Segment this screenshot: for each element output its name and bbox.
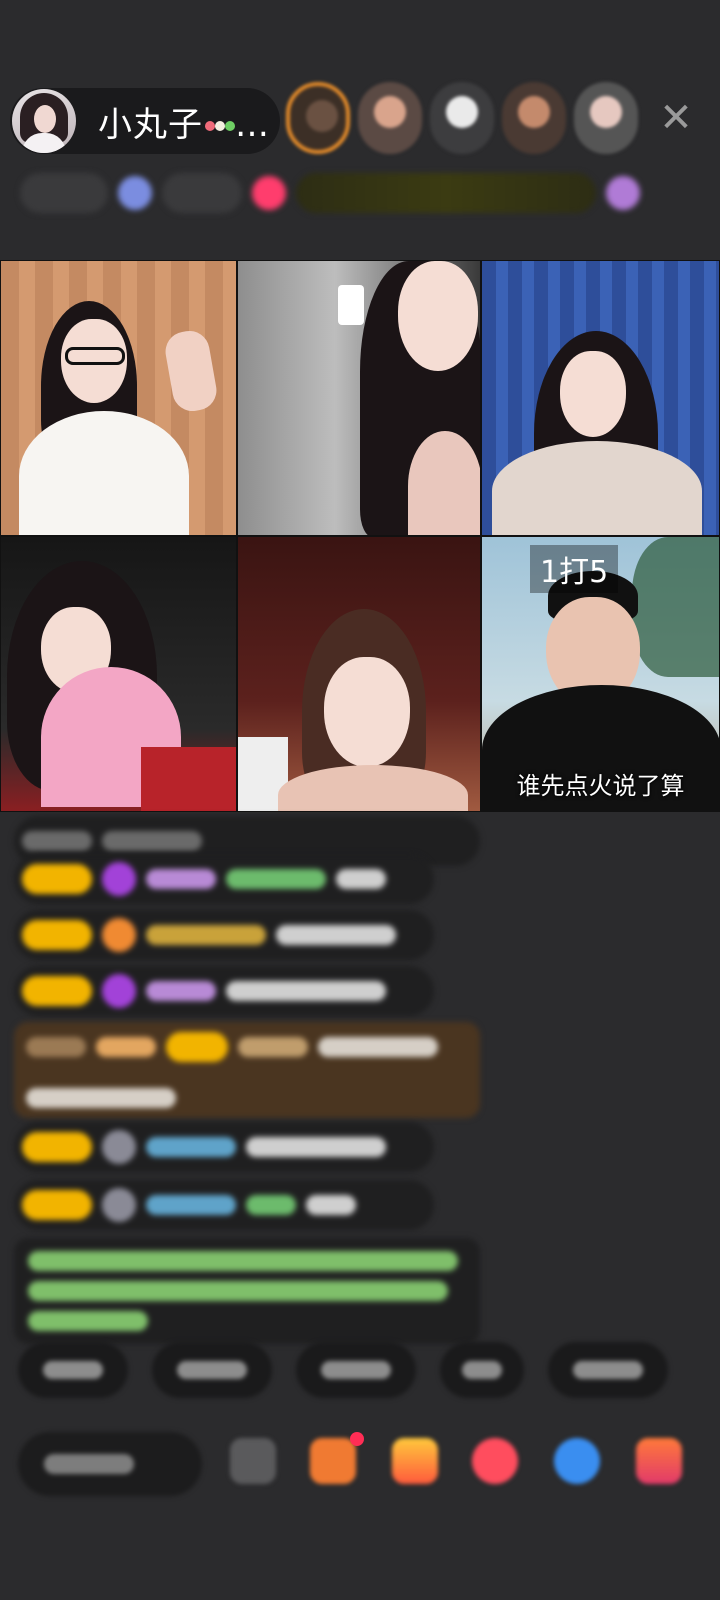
video-tile[interactable]: [237, 536, 481, 812]
more-icon: [606, 176, 640, 210]
gift-box-icon[interactable]: [392, 1438, 438, 1484]
level-badge: [22, 920, 92, 950]
video-tile[interactable]: 1打5 谁先点火说了算: [481, 536, 720, 812]
notice-chip[interactable]: [296, 173, 596, 213]
fans-icon: [118, 176, 152, 210]
system-notice: [14, 1238, 480, 1344]
viewer-avatar[interactable]: [574, 82, 638, 154]
quick-reply-button[interactable]: [548, 1342, 668, 1398]
comment-input[interactable]: [18, 1432, 202, 1496]
chat-message[interactable]: [14, 1122, 434, 1172]
avatar: [102, 1188, 136, 1222]
viewer-avatar[interactable]: [358, 82, 422, 154]
host-info-pill[interactable]: 小丸子 …: [10, 88, 280, 154]
bottom-toolbar: [18, 1424, 720, 1504]
video-tile[interactable]: [0, 536, 237, 812]
level-badge: [22, 1132, 92, 1162]
hot-chip[interactable]: [162, 173, 242, 213]
chat-message[interactable]: [14, 910, 434, 960]
close-icon[interactable]: ✕: [656, 98, 696, 138]
chat-message[interactable]: [14, 1180, 434, 1230]
info-bar: [20, 168, 690, 218]
quick-reply-button[interactable]: [440, 1342, 524, 1398]
level-badge: [22, 864, 92, 894]
video-tile[interactable]: [481, 260, 720, 536]
viewer-avatar[interactable]: [502, 82, 566, 154]
video-grid: 1打5 谁先点火说了算: [0, 260, 720, 812]
host-name: 小丸子 …: [98, 97, 270, 146]
quick-reply-button[interactable]: [152, 1342, 272, 1398]
hot-icon: [252, 176, 286, 210]
host-name-text: 小丸子: [98, 104, 203, 145]
video-tile[interactable]: [0, 260, 237, 536]
level-badge: [22, 1190, 92, 1220]
host-name-ellipsis: …: [235, 104, 270, 145]
chat-message[interactable]: [14, 1022, 480, 1118]
viewer-avatar-list: [286, 82, 638, 154]
chat-message[interactable]: [14, 966, 434, 1016]
gem-icon: [102, 974, 136, 1008]
rank-chip[interactable]: [20, 173, 108, 213]
share-icon[interactable]: [554, 1438, 600, 1484]
gem-icon: [102, 918, 136, 952]
level-badge: [22, 976, 92, 1006]
host-avatar[interactable]: [12, 89, 76, 153]
tile-caption: 谁先点火说了算: [516, 772, 685, 800]
shopping-icon[interactable]: [310, 1438, 356, 1484]
emoji-icon[interactable]: [230, 1438, 276, 1484]
notification-dot: [350, 1432, 364, 1446]
gem-icon: [102, 862, 136, 896]
quick-reply-button[interactable]: [296, 1342, 416, 1398]
heart-icon[interactable]: [472, 1438, 518, 1484]
quick-reply-row: [18, 1342, 720, 1398]
pk-mode-label: 1打5: [530, 545, 619, 593]
chat-message[interactable]: [14, 854, 434, 904]
video-tile[interactable]: [237, 260, 481, 536]
quick-reply-button[interactable]: [18, 1342, 128, 1398]
avatar: [102, 1130, 136, 1164]
dango-icon: [205, 121, 235, 131]
viewer-avatar[interactable]: [430, 82, 494, 154]
gift-icon[interactable]: [636, 1438, 682, 1484]
viewer-avatar[interactable]: [286, 82, 350, 154]
